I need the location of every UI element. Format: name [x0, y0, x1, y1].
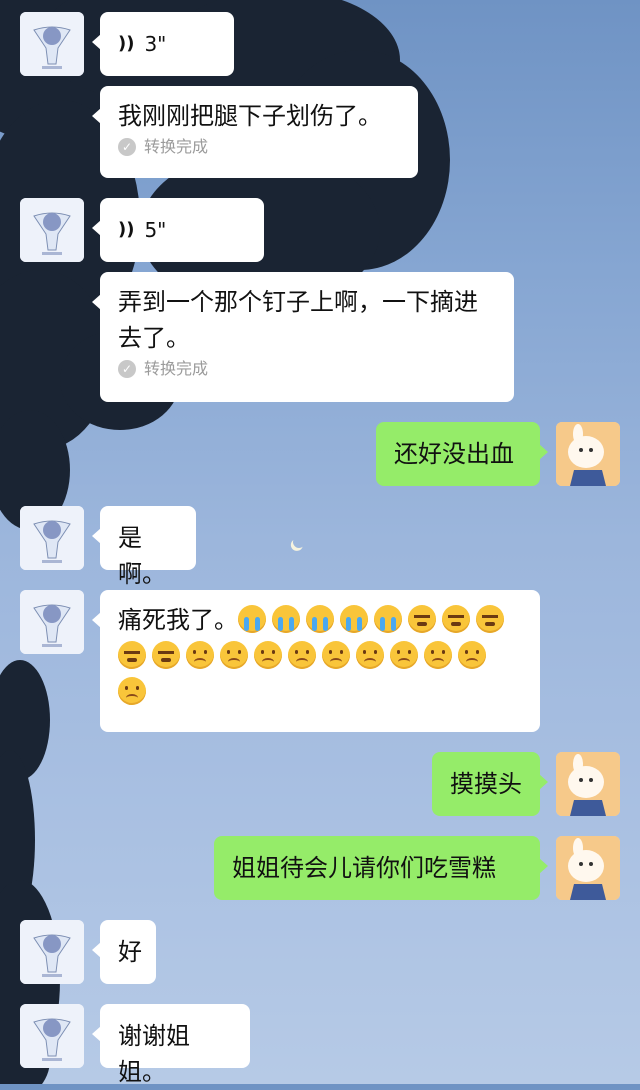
transcript-status: 转换完成	[144, 137, 209, 156]
voice-wave-icon: ))	[118, 33, 135, 54]
message-text: 好	[118, 938, 142, 966]
incoming-message-bubble[interactable]: 是啊。	[92, 506, 196, 588]
angry-crying-emoji-icon	[476, 605, 504, 633]
incoming-message-bubble[interactable]: 好	[92, 920, 156, 984]
transcript-bubble[interactable]: 弄到一个那个钉子上啊，一下摘进去了。 ✓ 转换完成	[92, 272, 514, 402]
contact-avatar[interactable]	[20, 12, 84, 76]
voice-wave-icon: ))	[118, 219, 135, 240]
crying-emoji-icon	[340, 605, 368, 633]
check-circle-icon: ✓	[118, 138, 136, 156]
sad-emoji-icon	[254, 641, 282, 669]
check-circle-icon: ✓	[118, 360, 136, 378]
outgoing-message-bubble[interactable]: 姐姐待会儿请你们吃雪糕	[214, 836, 548, 900]
chat-screen: { "messages": [ {"side": "left", "type":…	[0, 0, 640, 1086]
angry-crying-emoji-icon	[118, 641, 146, 669]
crying-emoji-icon	[306, 605, 334, 633]
contact-avatar[interactable]	[20, 920, 84, 984]
message-text: 痛死我了。	[118, 606, 238, 634]
voice-duration: 3"	[144, 32, 167, 56]
sad-emoji-icon	[220, 641, 248, 669]
sad-emoji-icon	[424, 641, 452, 669]
sad-emoji-icon	[458, 641, 486, 669]
contact-avatar[interactable]	[20, 1004, 84, 1068]
moon-icon	[291, 534, 306, 549]
message-text: 是啊。	[118, 524, 166, 588]
sad-emoji-icon	[186, 641, 214, 669]
transcript-text: 弄到一个那个钉子上啊，一下摘进去了。	[118, 288, 478, 352]
my-avatar[interactable]	[556, 836, 620, 900]
contact-avatar[interactable]	[20, 198, 84, 262]
transcript-status: 转换完成	[144, 359, 209, 378]
sad-emoji-icon	[118, 677, 146, 705]
sad-emoji-icon	[322, 641, 350, 669]
message-text: 还好没出血	[394, 440, 514, 468]
sad-emoji-icon	[288, 641, 316, 669]
my-avatar[interactable]	[556, 422, 620, 486]
voice-message-bubble[interactable]: )) 5"	[92, 198, 264, 262]
contact-avatar[interactable]	[20, 590, 84, 654]
outgoing-message-bubble[interactable]: 摸摸头	[432, 752, 548, 816]
transcript-bubble[interactable]: 我刚刚把腿下子划伤了。 ✓ 转换完成	[92, 86, 418, 178]
transcript-text: 我刚刚把腿下子划伤了。	[118, 102, 382, 130]
contact-avatar[interactable]	[20, 506, 84, 570]
crying-emoji-icon	[374, 605, 402, 633]
angry-crying-emoji-icon	[442, 605, 470, 633]
crying-emoji-icon	[272, 605, 300, 633]
my-avatar[interactable]	[556, 752, 620, 816]
message-text: 摸摸头	[450, 770, 522, 798]
angry-crying-emoji-icon	[152, 641, 180, 669]
message-text: 谢谢姐姐。	[118, 1022, 190, 1086]
voice-message-bubble[interactable]: )) 3"	[92, 12, 234, 76]
sad-emoji-icon	[356, 641, 384, 669]
crying-emoji-icon	[238, 605, 266, 633]
angry-crying-emoji-icon	[408, 605, 436, 633]
voice-duration: 5"	[144, 218, 167, 242]
sad-emoji-icon	[390, 641, 418, 669]
incoming-message-bubble[interactable]: 痛死我了。	[92, 590, 540, 732]
incoming-message-bubble[interactable]: 谢谢姐姐。	[92, 1004, 250, 1086]
outgoing-message-bubble[interactable]: 还好没出血	[376, 422, 548, 486]
message-text: 姐姐待会儿请你们吃雪糕	[232, 854, 496, 882]
